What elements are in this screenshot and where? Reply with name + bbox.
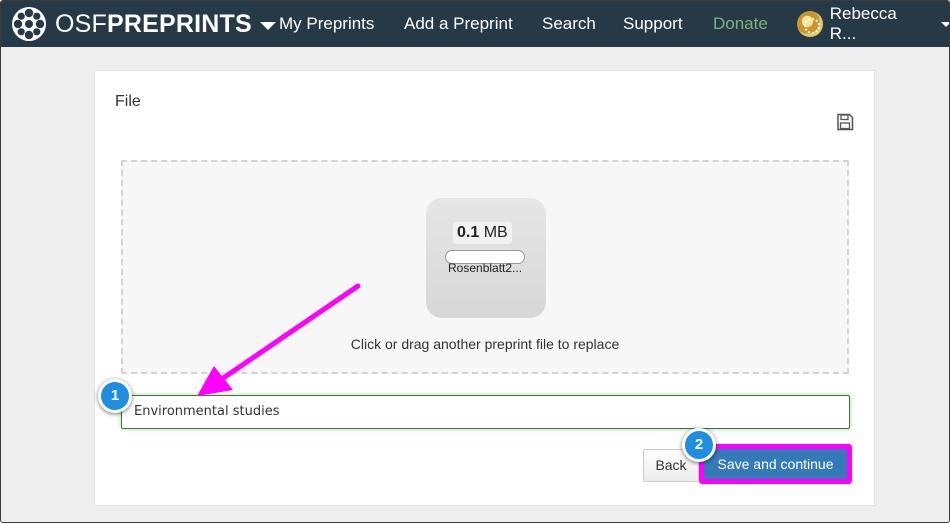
callout-2-badge: 2 [682, 428, 716, 462]
file-panel: File 0.1 MB Rosenblatt2... Click or drag… [94, 70, 875, 506]
save-and-continue-button[interactable]: Save and continue [704, 449, 847, 479]
nav-support[interactable]: Support [623, 1, 683, 47]
save-button-highlight: Save and continue [699, 444, 852, 484]
file-size: 0.1 MB [453, 222, 512, 244]
file-size-value: 0.1 [457, 224, 480, 241]
floppy-disk-icon[interactable] [836, 113, 854, 131]
brand-dropdown-caret-icon[interactable] [259, 22, 276, 30]
osf-logo-icon [12, 7, 46, 41]
brand-name: OSF PREPRINTS [55, 10, 252, 39]
nav-search[interactable]: Search [542, 1, 596, 47]
avatar [797, 11, 823, 37]
file-dropzone[interactable]: 0.1 MB Rosenblatt2... Click or drag anot… [121, 160, 849, 374]
screenshot-frame: OSF PREPRINTS My Preprints Add a Preprint… [0, 0, 950, 523]
user-name: Rebecca R... [829, 4, 897, 43]
callout-1-badge: 1 [98, 379, 132, 413]
nav-my-preprints[interactable]: My Preprints [279, 1, 374, 47]
dropzone-hint: Click or drag another preprint file to r… [350, 336, 620, 352]
file-size-unit: MB [483, 224, 508, 241]
user-menu-caret-icon [941, 21, 949, 27]
user-menu[interactable]: Rebecca R... [797, 1, 949, 47]
brand[interactable]: OSF PREPRINTS [11, 7, 276, 41]
brand-bold: PREPRINTS [107, 9, 252, 38]
nav-add-preprint[interactable]: Add a Preprint [404, 1, 513, 47]
navbar: OSF PREPRINTS My Preprints Add a Preprint… [1, 1, 949, 47]
file-preview-card: 0.1 MB Rosenblatt2... [426, 198, 546, 318]
file-name: Rosenblatt2... [448, 261, 523, 275]
nav-donate[interactable]: Donate [713, 1, 768, 47]
title-input[interactable]: Environmental studies [121, 395, 850, 429]
brand-light: OSF [55, 9, 107, 38]
panel-title: File [115, 93, 141, 110]
